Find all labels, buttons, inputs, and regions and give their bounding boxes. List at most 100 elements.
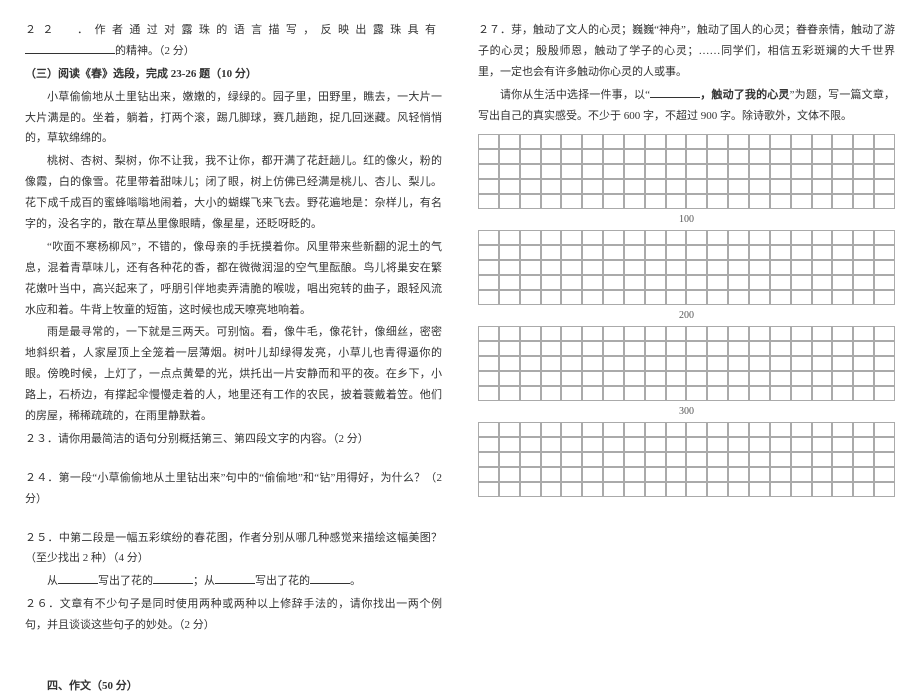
grid-cell[interactable] <box>728 290 749 305</box>
grid-cell[interactable] <box>582 164 603 179</box>
grid-cell[interactable] <box>478 326 499 341</box>
grid-cell[interactable] <box>561 179 582 194</box>
grid-cell[interactable] <box>499 179 520 194</box>
grid-cell[interactable] <box>624 134 645 149</box>
grid-cell[interactable] <box>582 194 603 209</box>
grid-cell[interactable] <box>561 452 582 467</box>
grid-cell[interactable] <box>624 452 645 467</box>
grid-cell[interactable] <box>707 275 728 290</box>
grid-cell[interactable] <box>520 275 541 290</box>
grid-cell[interactable] <box>707 341 728 356</box>
grid-cell[interactable] <box>645 245 666 260</box>
grid-cell[interactable] <box>541 149 562 164</box>
grid-cell[interactable] <box>832 386 853 401</box>
grid-cell[interactable] <box>686 356 707 371</box>
grid-cell[interactable] <box>728 482 749 497</box>
grid-cell[interactable] <box>561 134 582 149</box>
grid-cell[interactable] <box>874 179 895 194</box>
grid-cell[interactable] <box>520 134 541 149</box>
grid-cell[interactable] <box>624 260 645 275</box>
grid-cell[interactable] <box>707 179 728 194</box>
grid-cell[interactable] <box>832 134 853 149</box>
grid-cell[interactable] <box>603 356 624 371</box>
grid-cell[interactable] <box>478 341 499 356</box>
grid-cell[interactable] <box>478 194 499 209</box>
grid-cell[interactable] <box>791 482 812 497</box>
grid-cell[interactable] <box>624 467 645 482</box>
grid-cell[interactable] <box>770 326 791 341</box>
grid-cell[interactable] <box>666 245 687 260</box>
grid-cell[interactable] <box>478 467 499 482</box>
grid-cell[interactable] <box>603 437 624 452</box>
grid-cell[interactable] <box>728 341 749 356</box>
grid-cell[interactable] <box>749 371 770 386</box>
grid-cell[interactable] <box>582 260 603 275</box>
grid-cell[interactable] <box>853 275 874 290</box>
grid-cell[interactable] <box>686 452 707 467</box>
grid-cell[interactable] <box>666 467 687 482</box>
grid-cell[interactable] <box>624 179 645 194</box>
grid-cell[interactable] <box>874 260 895 275</box>
grid-cell[interactable] <box>478 245 499 260</box>
grid-cell[interactable] <box>728 326 749 341</box>
grid-cell[interactable] <box>853 356 874 371</box>
grid-cell[interactable] <box>666 230 687 245</box>
grid-cell[interactable] <box>603 275 624 290</box>
grid-cell[interactable] <box>686 422 707 437</box>
grid-cell[interactable] <box>791 437 812 452</box>
grid-cell[interactable] <box>791 230 812 245</box>
grid-cell[interactable] <box>686 326 707 341</box>
grid-cell[interactable] <box>770 467 791 482</box>
grid-cell[interactable] <box>770 164 791 179</box>
grid-cell[interactable] <box>812 149 833 164</box>
grid-cell[interactable] <box>853 290 874 305</box>
grid-cell[interactable] <box>874 290 895 305</box>
grid-cell[interactable] <box>478 230 499 245</box>
grid-cell[interactable] <box>770 341 791 356</box>
grid-cell[interactable] <box>832 341 853 356</box>
grid-cell[interactable] <box>561 386 582 401</box>
grid-cell[interactable] <box>541 275 562 290</box>
grid-cell[interactable] <box>812 341 833 356</box>
grid-cell[interactable] <box>499 260 520 275</box>
grid-cell[interactable] <box>520 245 541 260</box>
grid-cell[interactable] <box>770 482 791 497</box>
grid-cell[interactable] <box>770 149 791 164</box>
grid-cell[interactable] <box>853 164 874 179</box>
grid-cell[interactable] <box>832 437 853 452</box>
grid-cell[interactable] <box>832 422 853 437</box>
grid-cell[interactable] <box>707 482 728 497</box>
grid-cell[interactable] <box>582 149 603 164</box>
grid-cell[interactable] <box>478 164 499 179</box>
grid-cell[interactable] <box>478 149 499 164</box>
grid-cell[interactable] <box>791 467 812 482</box>
grid-cell[interactable] <box>791 149 812 164</box>
grid-cell[interactable] <box>624 149 645 164</box>
grid-cell[interactable] <box>812 275 833 290</box>
grid-cell[interactable] <box>832 356 853 371</box>
grid-cell[interactable] <box>707 356 728 371</box>
grid-cell[interactable] <box>853 341 874 356</box>
grid-cell[interactable] <box>478 482 499 497</box>
grid-cell[interactable] <box>791 245 812 260</box>
grid-cell[interactable] <box>874 371 895 386</box>
grid-cell[interactable] <box>624 245 645 260</box>
grid-cell[interactable] <box>874 149 895 164</box>
grid-cell[interactable] <box>582 290 603 305</box>
grid-cell[interactable] <box>707 164 728 179</box>
q25-blank-3[interactable] <box>215 573 255 584</box>
grid-cell[interactable] <box>541 386 562 401</box>
grid-cell[interactable] <box>728 260 749 275</box>
grid-cell[interactable] <box>541 452 562 467</box>
grid-cell[interactable] <box>728 371 749 386</box>
grid-cell[interactable] <box>541 482 562 497</box>
grid-cell[interactable] <box>686 164 707 179</box>
grid-cell[interactable] <box>686 275 707 290</box>
grid-cell[interactable] <box>812 452 833 467</box>
grid-cell[interactable] <box>707 326 728 341</box>
grid-cell[interactable] <box>770 194 791 209</box>
grid-cell[interactable] <box>770 179 791 194</box>
grid-cell[interactable] <box>853 194 874 209</box>
grid-cell[interactable] <box>478 290 499 305</box>
grid-cell[interactable] <box>812 164 833 179</box>
